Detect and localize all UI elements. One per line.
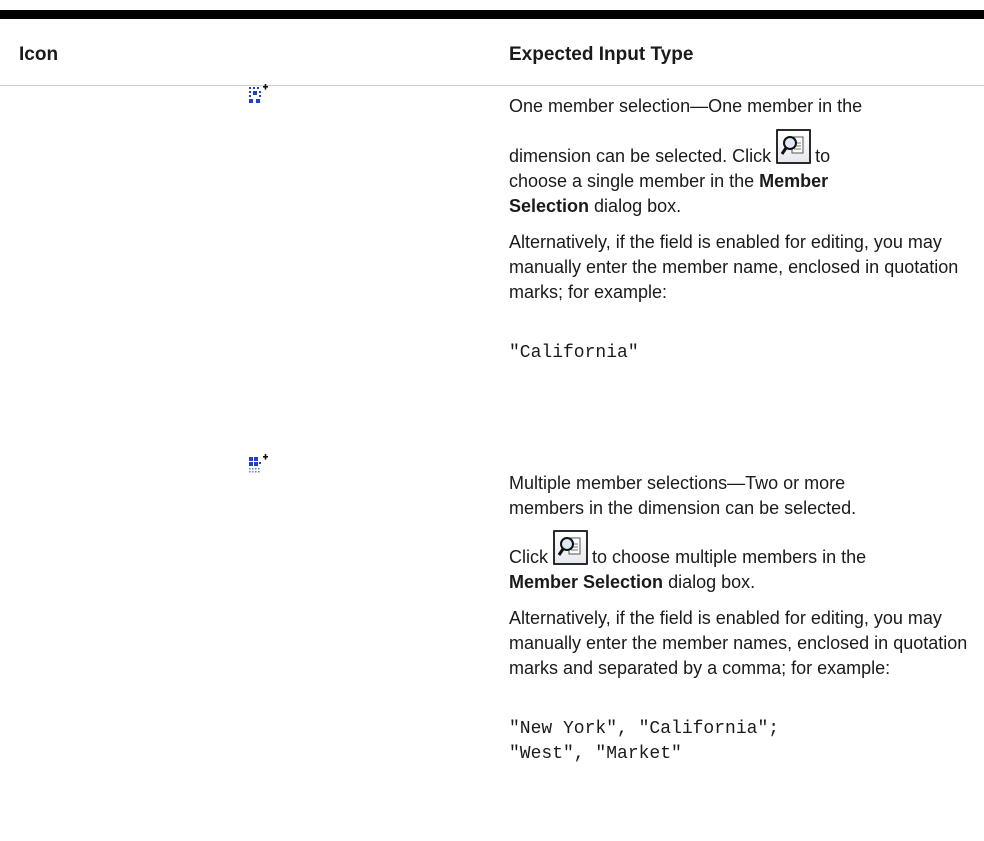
description-line: choose a single member in the Member bbox=[509, 169, 979, 194]
emphasis-selection: Selection bbox=[509, 196, 590, 216]
description-text: dialog box. bbox=[668, 572, 756, 592]
row-multiple-member-selections: Multiple member selections—Two or more m… bbox=[509, 471, 979, 767]
description-line: Multiple member selections—Two or more bbox=[509, 473, 846, 493]
description-line: members in the dimension can be selected… bbox=[509, 498, 857, 518]
column-header-icon: Icon bbox=[19, 44, 59, 65]
column-header-expected-input-type: Expected Input Type bbox=[509, 44, 694, 65]
description-line: Member Selection dialog box. bbox=[509, 570, 979, 595]
description-text: Click bbox=[509, 547, 548, 567]
description-text: dialog box. bbox=[594, 196, 682, 216]
row-single-member-selection: One member selection—One member in the d… bbox=[509, 94, 979, 366]
description-text: dimension can be selected. Click bbox=[509, 146, 772, 166]
description-text: choose a single member in the bbox=[509, 171, 755, 191]
emphasis-member: Member bbox=[759, 171, 829, 191]
alternative-paragraph: Alternatively, if the field is enabled f… bbox=[509, 232, 959, 302]
header-divider bbox=[0, 85, 984, 86]
emphasis-member-selection: Member Selection bbox=[509, 572, 664, 592]
member-selection-button[interactable] bbox=[776, 129, 812, 164]
description-line: Click to choose multiple members in the bbox=[509, 530, 979, 570]
description-line: One member selection—One member in the bbox=[509, 96, 863, 116]
code-example: "West", "Market" bbox=[509, 744, 682, 764]
code-example: "New York", "California"; bbox=[509, 719, 780, 739]
single-member-selection-icon bbox=[248, 84, 270, 104]
description-text: to choose multiple members in the bbox=[592, 547, 867, 567]
member-selection-button[interactable] bbox=[553, 530, 589, 565]
description-text: to bbox=[815, 146, 831, 166]
description-line: dimension can be selected. Click to bbox=[509, 129, 979, 169]
multiple-member-selection-icon bbox=[248, 454, 270, 474]
alternative-paragraph: Alternatively, if the field is enabled f… bbox=[509, 608, 968, 678]
description-line: Selection dialog box. bbox=[509, 194, 979, 219]
table-top-rule bbox=[0, 10, 984, 19]
code-example: "California" bbox=[509, 343, 639, 363]
